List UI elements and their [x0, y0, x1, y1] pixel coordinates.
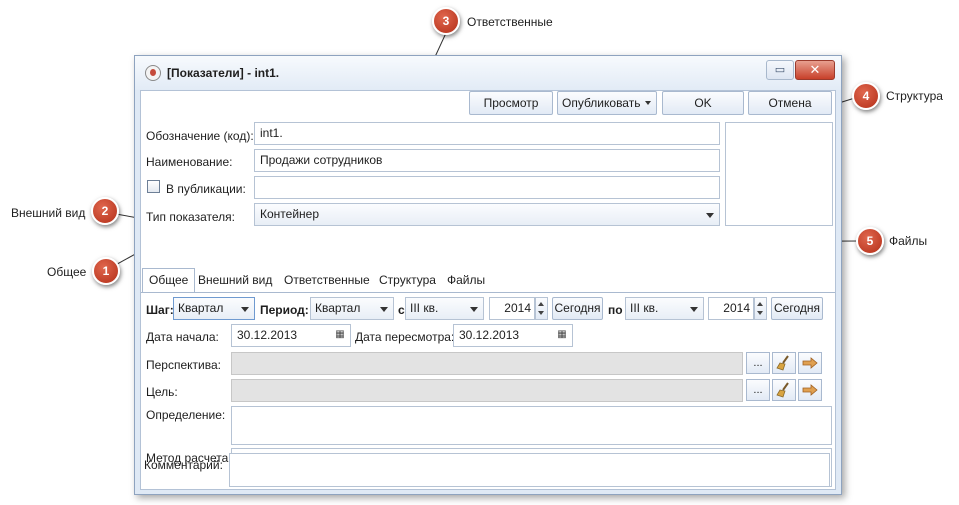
- perspective-browse-button[interactable]: ...: [746, 352, 770, 374]
- app-icon: [145, 65, 161, 81]
- publish-button-label: Опубликовать: [562, 96, 641, 110]
- callout-label-2: Внешний вид: [11, 206, 86, 220]
- from-quarter-value: III кв.: [410, 301, 439, 315]
- broom-icon[interactable]: [772, 352, 796, 374]
- from-label: с: [398, 303, 405, 317]
- chevron-down-icon: [690, 307, 698, 312]
- step-select[interactable]: Квартал: [173, 297, 255, 320]
- from-year-spinner[interactable]: [535, 297, 548, 320]
- tab-structure[interactable]: Структура: [379, 269, 436, 292]
- tab-appearance[interactable]: Внешний вид: [198, 269, 272, 292]
- arrow-up-icon: [757, 302, 763, 306]
- chevron-down-icon: [706, 213, 714, 218]
- period-select-value: Квартал: [315, 301, 361, 315]
- close-icon[interactable]: ✕: [795, 60, 835, 80]
- to-year-spinner[interactable]: [754, 297, 767, 320]
- to-quarter-select[interactable]: III кв.: [625, 297, 704, 320]
- calendar-icon[interactable]: ▦: [332, 327, 348, 343]
- callout-badge-2: 2: [91, 197, 119, 225]
- review-date-value: 30.12.2013: [459, 328, 520, 342]
- from-quarter-select[interactable]: III кв.: [405, 297, 484, 320]
- comment-textarea[interactable]: [229, 453, 830, 487]
- arrow-down-icon: [757, 311, 763, 315]
- broom-icon[interactable]: [772, 379, 796, 401]
- step-label: Шаг:: [146, 303, 174, 317]
- navigate-icon[interactable]: [798, 379, 822, 401]
- definition-label: Определение:: [146, 408, 226, 422]
- arrow-up-icon: [538, 302, 544, 306]
- review-date-label: Дата пересмотра:: [355, 330, 455, 344]
- goal-label: Цель:: [146, 385, 178, 399]
- publish-input[interactable]: [254, 176, 720, 199]
- tab-general[interactable]: Общее: [142, 268, 196, 292]
- today-to-button[interactable]: Сегодня: [771, 297, 823, 320]
- name-input[interactable]: Продажи сотрудников: [254, 149, 720, 172]
- code-input[interactable]: int1.: [254, 122, 720, 145]
- tab-strip-line: [141, 292, 835, 293]
- cancel-button[interactable]: Отмена: [748, 91, 832, 115]
- publish-button[interactable]: Опубликовать: [557, 91, 657, 115]
- preview-button[interactable]: Просмотр: [469, 91, 553, 115]
- publish-label: В публикации:: [166, 182, 246, 196]
- start-date-value: 30.12.2013: [237, 328, 298, 342]
- perspective-input[interactable]: [231, 352, 743, 375]
- callout-badge-3: 3: [432, 7, 460, 35]
- period-label: Период:: [260, 303, 309, 317]
- name-label: Наименование:: [146, 155, 233, 169]
- indicator-window: [Показатели] - int1. ▭ ✕ Просмотр Опубли…: [134, 55, 842, 495]
- perspective-label: Перспектива:: [146, 358, 221, 372]
- type-label: Тип показателя:: [146, 210, 235, 224]
- chevron-down-icon: [380, 307, 388, 312]
- publish-checkbox[interactable]: [147, 180, 160, 193]
- window-content: Просмотр Опубликовать OK Отмена Обозначе…: [140, 90, 836, 490]
- callout-badge-1: 1: [92, 257, 120, 285]
- period-select[interactable]: Квартал: [310, 297, 394, 320]
- restore-icon[interactable]: ▭: [766, 60, 794, 80]
- tab-responsible[interactable]: Ответственные: [284, 269, 370, 292]
- callout-label-4: Структура: [886, 89, 943, 103]
- type-select[interactable]: Контейнер: [254, 203, 720, 226]
- comment-label: Комментарий:: [144, 458, 223, 472]
- chevron-down-icon: [470, 307, 478, 312]
- title-bar[interactable]: [Показатели] - int1. ▭ ✕: [135, 56, 841, 90]
- start-date-label: Дата начала:: [146, 330, 219, 344]
- arrow-down-icon: [538, 311, 544, 315]
- chevron-down-icon: [645, 101, 651, 105]
- goal-browse-button[interactable]: ...: [746, 379, 770, 401]
- calendar-icon[interactable]: ▦: [554, 327, 570, 343]
- callout-label-1: Общее: [47, 265, 87, 279]
- definition-textarea[interactable]: [231, 406, 832, 445]
- to-quarter-value: III кв.: [630, 301, 659, 315]
- navigate-icon[interactable]: [798, 352, 822, 374]
- code-label: Обозначение (код):: [146, 129, 254, 143]
- ok-button[interactable]: OK: [662, 91, 744, 115]
- to-year-input[interactable]: 2014: [708, 297, 754, 320]
- callout-label-3: Ответственные: [467, 15, 553, 29]
- chevron-down-icon: [241, 307, 249, 312]
- today-from-button[interactable]: Сегодня: [552, 297, 603, 320]
- step-select-value: Квартал: [178, 301, 224, 315]
- callout-badge-4: 4: [852, 82, 880, 110]
- to-label: по: [608, 303, 623, 317]
- image-panel: [725, 122, 833, 226]
- type-select-value: Контейнер: [260, 207, 320, 221]
- from-year-input[interactable]: 2014: [489, 297, 535, 320]
- window-title: [Показатели] - int1.: [167, 66, 280, 80]
- tab-files[interactable]: Файлы: [447, 269, 485, 292]
- callout-label-5: Файлы: [889, 234, 928, 248]
- goal-input[interactable]: [231, 379, 743, 402]
- review-date-input[interactable]: 30.12.2013 ▦: [453, 324, 573, 347]
- start-date-input[interactable]: 30.12.2013 ▦: [231, 324, 351, 347]
- callout-badge-5: 5: [856, 227, 884, 255]
